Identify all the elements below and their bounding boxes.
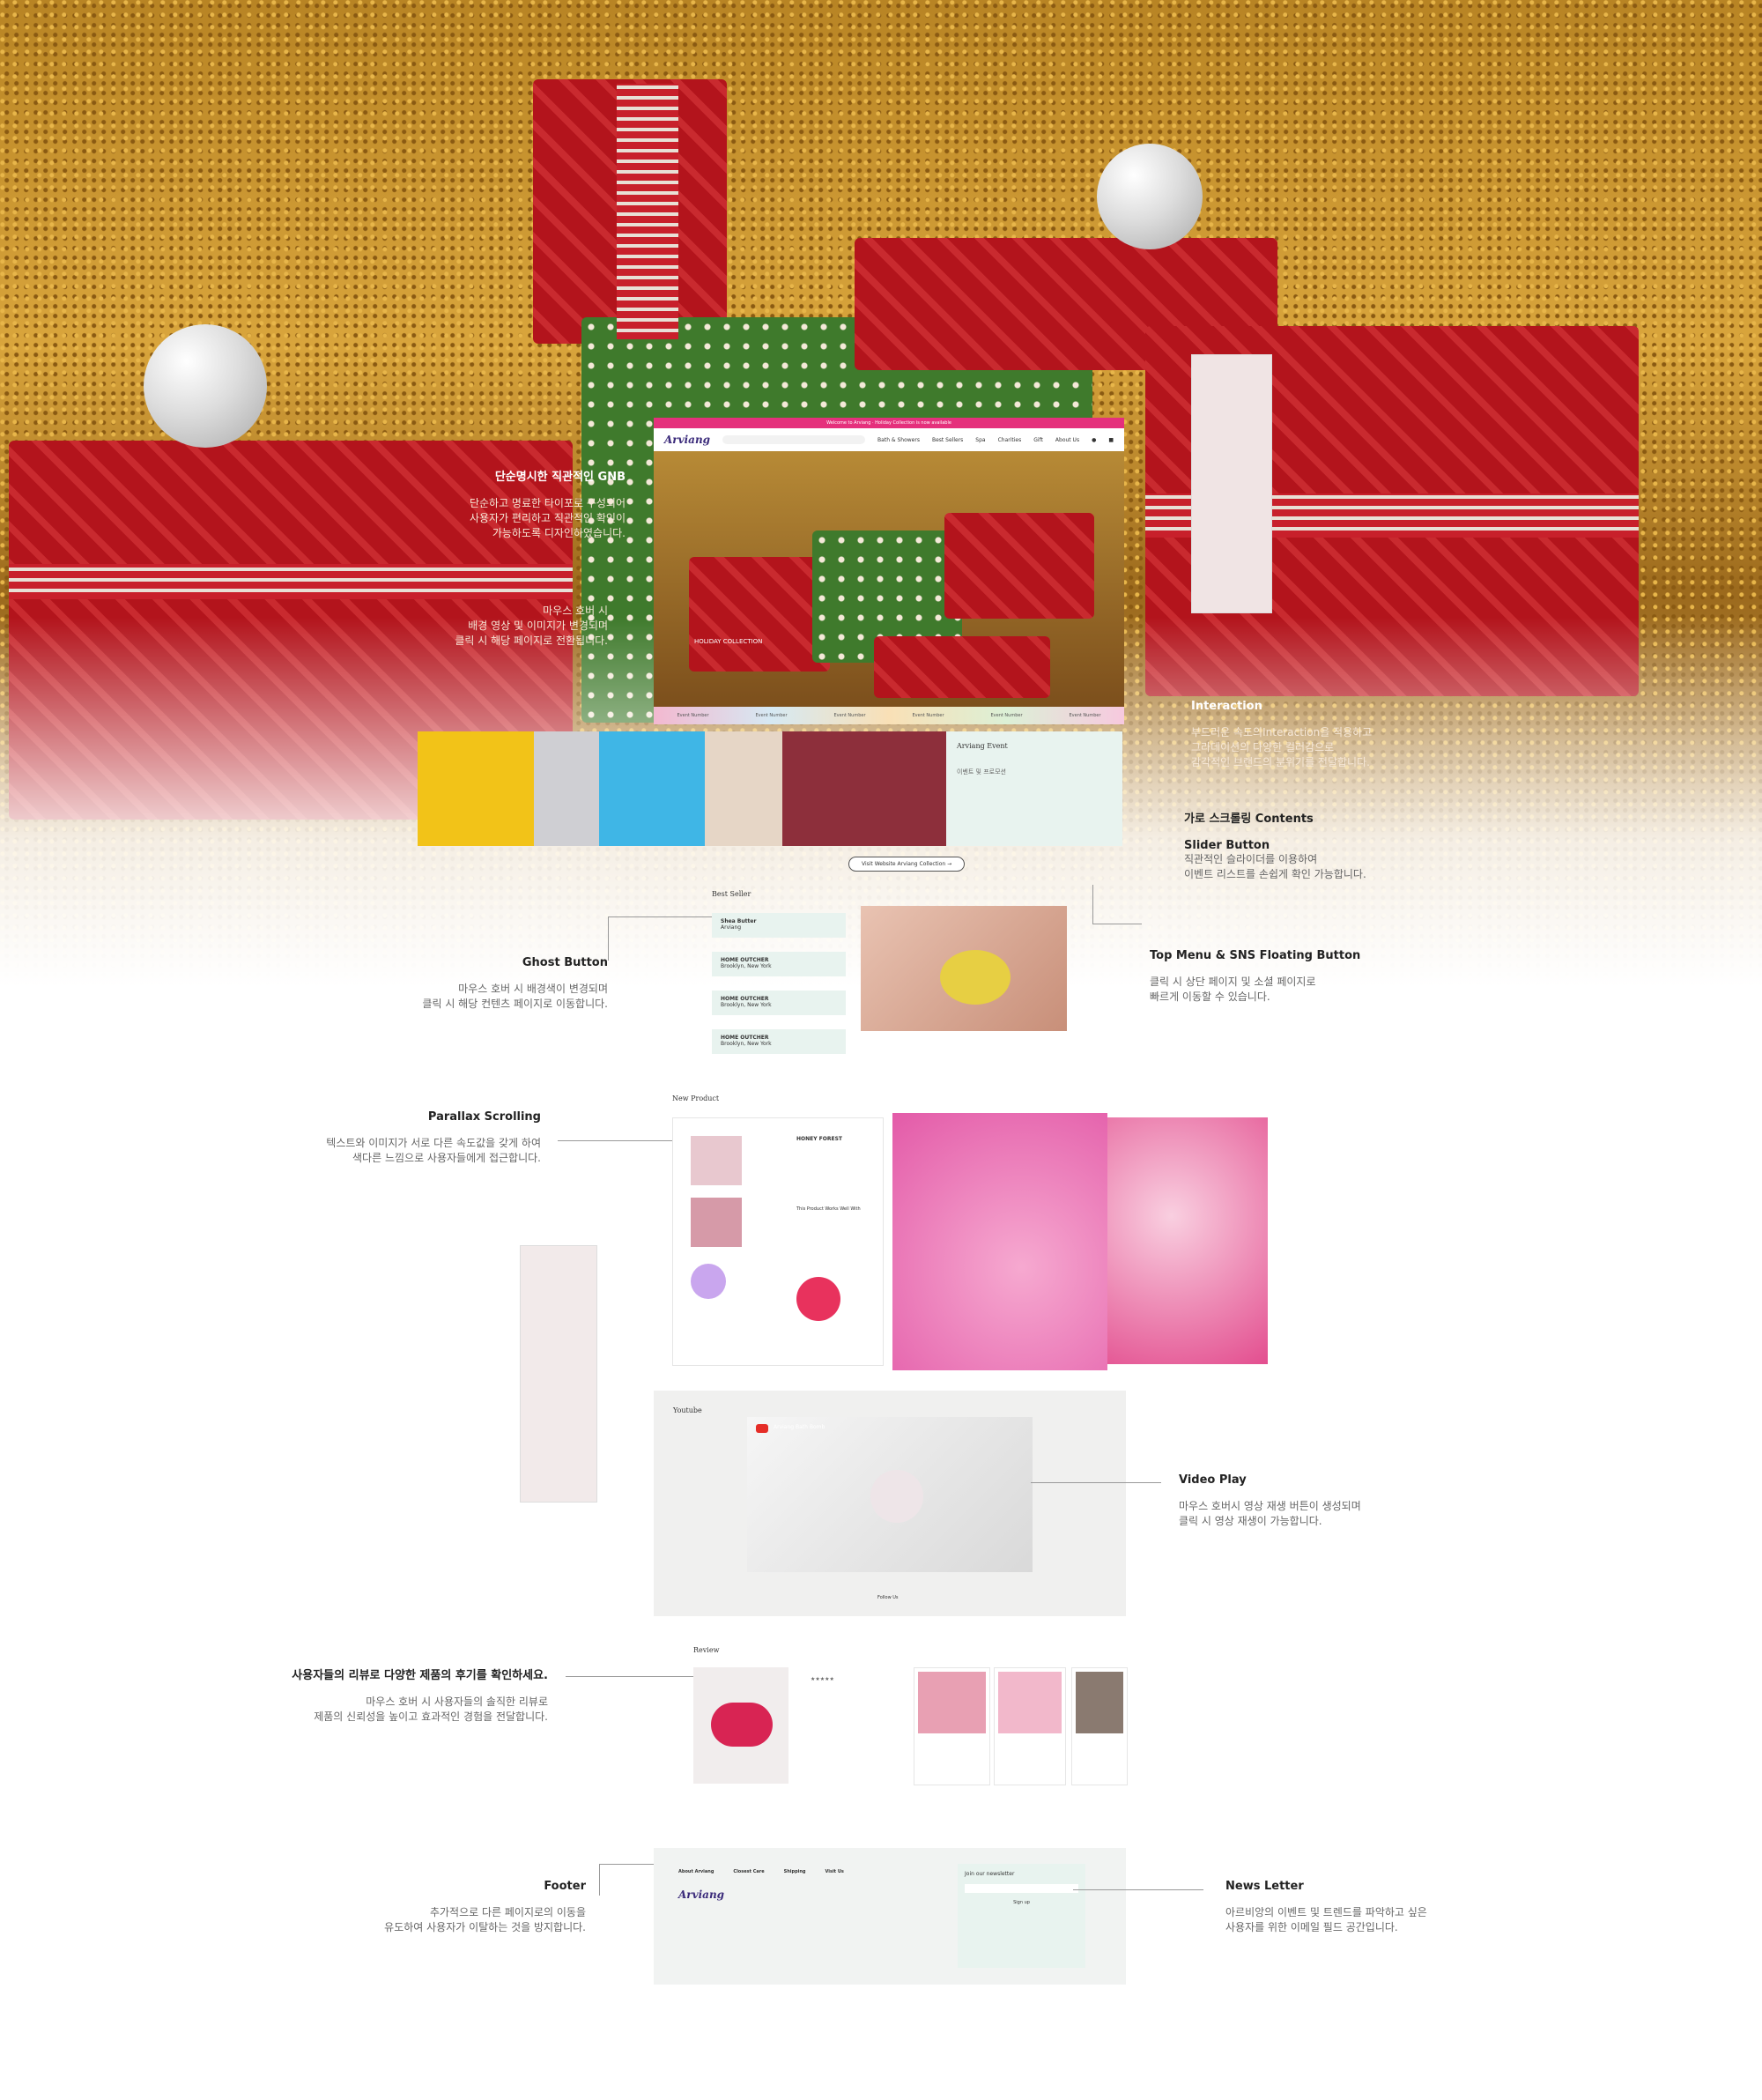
annotation-interaction: Interaction 부드러운 속도의Interaction을 적용하고 그라데… xyxy=(1191,700,1373,768)
annotation-review: 사용자들의 리뷰로 다양한 제품의 후기를 확인하세요. 마우스 호버 시 사용… xyxy=(292,1669,548,1723)
hero-caption: HOLIDAY COLLECTION xyxy=(694,638,763,645)
nav-item[interactable]: Gift xyxy=(1033,437,1043,443)
video-player[interactable]: Arviang Bath Bomb xyxy=(747,1417,1033,1572)
annotation-hover: 마우스 호버 시 배경 영상 및 이미지가 변경되며 클릭 시 해당 페이지로 전환… xyxy=(455,605,608,647)
mini-preview xyxy=(520,1245,597,1503)
bath-bomb xyxy=(870,1470,923,1523)
signup-button[interactable]: Sign up xyxy=(958,1900,1085,1905)
list-item[interactable]: HOME OUTCHER Brooklyn, New York xyxy=(712,952,846,976)
annotation-gnb: 단순명시한 직관적인 GNB 단순하고 명료한 타이포로 구성되어 사용자가 편리… xyxy=(469,471,626,539)
email-field[interactable] xyxy=(965,1884,1078,1893)
list-item[interactable]: Shea Butter Arviang xyxy=(712,913,846,938)
mini-preview xyxy=(1191,354,1272,613)
annotation-video: Video Play 마우스 호버시 영상 재생 버튼이 생성되며 클릭 시 영상… xyxy=(1179,1473,1361,1527)
newsletter-box: Join our newsletter Sign up xyxy=(958,1864,1085,1968)
annotation-footer: Footer 추가적으로 다른 페이지로의 이동을 유도하여 사용자가 이탈하는 … xyxy=(384,1880,586,1933)
parallax-image xyxy=(1107,1117,1268,1364)
thumb-image[interactable] xyxy=(782,731,946,846)
footer: About Arviang Closest Care Shipping Visi… xyxy=(654,1848,1126,1985)
nav-item[interactable]: Bath & Showers xyxy=(877,437,920,443)
annotation-ghost: Ghost Button 마우스 호버 시 배경색이 변경되며 클릭 시 해당 컨… xyxy=(422,956,608,1010)
thumb-image[interactable] xyxy=(705,731,782,846)
event-card: Arviang Event 이벤트 및 프로모션 xyxy=(946,731,1122,846)
review-photo xyxy=(693,1667,788,1784)
category-pills[interactable]: Event Number Event Number Event Number Even… xyxy=(654,707,1124,724)
nav-item[interactable]: Spa xyxy=(975,437,985,443)
user-icon[interactable]: ● xyxy=(1092,437,1096,443)
best-seller-list: Shea Butter Arviang HOME OUTCHER Brooklyn,… xyxy=(712,913,846,1068)
review-card[interactable] xyxy=(914,1667,990,1785)
annotation-scroll: 가로 스크롤링 Contents xyxy=(1184,813,1314,826)
annotation-slider: Slider Button 직관적인 슬라이더를 이용하여 이벤트 리스트를 손쉽… xyxy=(1184,839,1366,880)
review-title: Review xyxy=(693,1646,720,1654)
youtube-icon xyxy=(756,1424,768,1433)
new-product-title: New Product xyxy=(672,1095,720,1102)
ornament xyxy=(144,324,267,448)
list-item[interactable]: HOME OUTCHER Brooklyn, New York xyxy=(712,991,846,1015)
footer-logo[interactable]: Arviang xyxy=(678,1889,724,1901)
list-item[interactable]: HOME OUTCHER Brooklyn, New York xyxy=(712,1029,846,1054)
parallax-image xyxy=(892,1113,1107,1370)
annotation-newsletter: News Letter 아르비앙의 이벤트 및 트렌드를 파악하고 싶은 사용자를… xyxy=(1225,1880,1427,1933)
review-card[interactable] xyxy=(994,1667,1066,1785)
thumb-image[interactable] xyxy=(534,731,599,846)
main-visual[interactable]: HOLIDAY COLLECTION xyxy=(654,451,1124,707)
cart-icon[interactable]: ■ xyxy=(1108,437,1114,443)
nav-item[interactable]: Charities xyxy=(998,437,1022,443)
ornament xyxy=(1097,144,1203,249)
logo[interactable]: Arviang xyxy=(664,434,710,446)
gnb: Arviang Bath & Showers Best Sellers Spa … xyxy=(654,428,1124,451)
nav-item[interactable]: About Us xyxy=(1055,437,1079,443)
review-card[interactable] xyxy=(1071,1667,1128,1785)
best-seller-title: Best Seller xyxy=(712,890,751,898)
product-photo xyxy=(861,906,1067,1031)
thumb-image[interactable] xyxy=(599,731,705,846)
nav-item[interactable]: Best Sellers xyxy=(932,437,963,443)
horizontal-scroll-contents[interactable]: Arviang Event 이벤트 및 프로모션 xyxy=(418,731,1122,846)
annotation-parallax: Parallax Scrolling 텍스트와 이미지가 서로 다른 속도값을 … xyxy=(326,1110,541,1164)
website-mockup: Welcome to Arviang · Holiday Collection … xyxy=(654,418,1124,724)
thumb-image[interactable] xyxy=(418,731,534,846)
search-input[interactable] xyxy=(722,435,866,444)
new-product-panel: HONEY FOREST This Product Works Well Wit… xyxy=(672,1117,884,1366)
youtube-section: Youtube Arviang Bath Bomb Follow Us xyxy=(654,1391,1126,1616)
ghost-button[interactable]: Visit Website Arviang Collection → xyxy=(848,857,966,872)
annotation-topmenu: Top Menu & SNS Floating Button 클릭 시 상단 페… xyxy=(1150,949,1361,1003)
top-banner: Welcome to Arviang · Holiday Collection … xyxy=(654,418,1124,428)
